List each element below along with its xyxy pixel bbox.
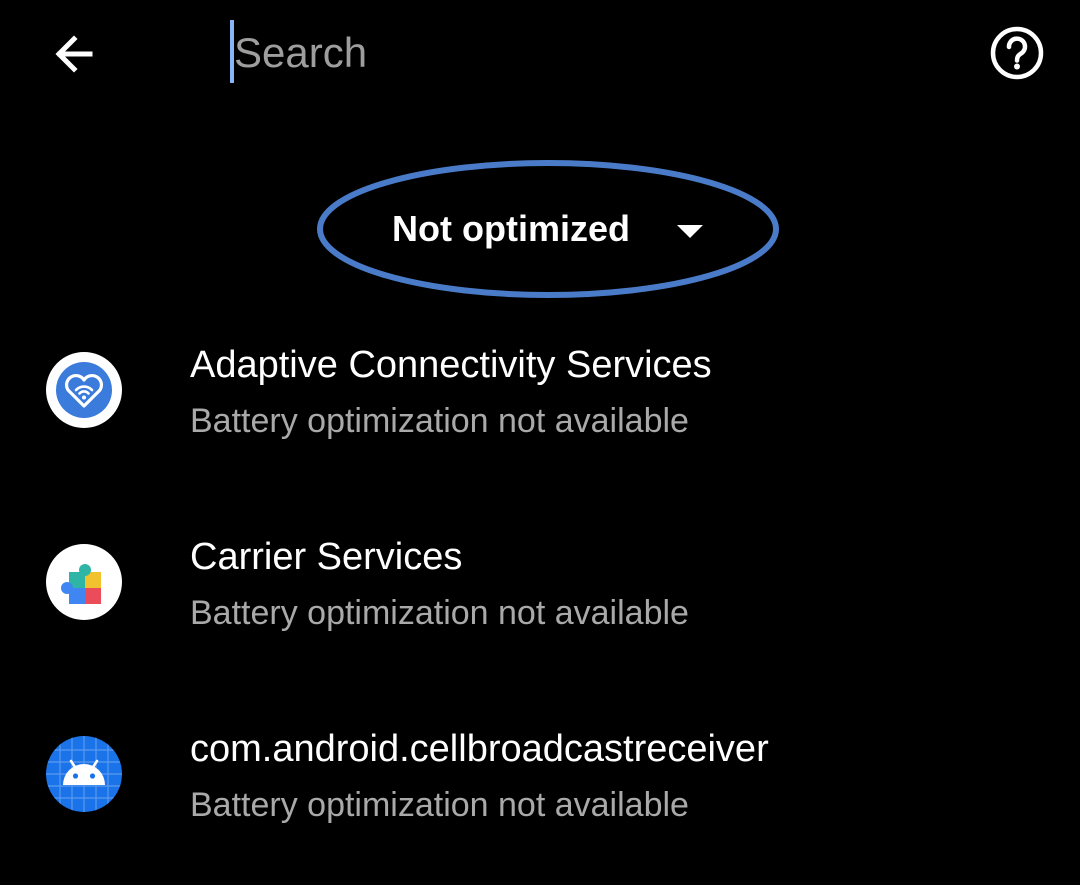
dropdown-arrow-icon bbox=[677, 225, 703, 238]
arrow-back-icon bbox=[55, 35, 93, 73]
app-status: Battery optimization not available bbox=[190, 402, 689, 440]
text-caret bbox=[230, 20, 234, 83]
app-name: Carrier Services bbox=[190, 536, 463, 578]
help-circle-icon bbox=[990, 26, 1044, 80]
list-item[interactable]: Adaptive Connectivity Services Battery o… bbox=[0, 330, 1080, 480]
list-item[interactable]: com.android.cellbroadcastreceiver Batter… bbox=[0, 714, 1080, 864]
app-status: Battery optimization not available bbox=[190, 594, 689, 632]
heart-wifi-icon bbox=[46, 352, 122, 428]
help-button[interactable] bbox=[976, 12, 1058, 94]
toolbar bbox=[0, 0, 1080, 110]
list-item[interactable]: Carrier Services Battery optimization no… bbox=[0, 522, 1080, 672]
puzzle-piece-icon bbox=[46, 544, 122, 620]
back-button[interactable] bbox=[34, 14, 114, 94]
app-name: com.android.cellbroadcastreceiver bbox=[190, 728, 769, 770]
search-field[interactable] bbox=[228, 18, 928, 88]
android-robot-icon bbox=[46, 736, 122, 812]
filter-dropdown[interactable]: Not optimized bbox=[316, 158, 780, 298]
app-name: Adaptive Connectivity Services bbox=[190, 344, 712, 386]
filter-selected-label: Not optimized bbox=[392, 208, 630, 249]
app-status: Battery optimization not available bbox=[190, 786, 689, 824]
search-input[interactable] bbox=[228, 18, 928, 88]
